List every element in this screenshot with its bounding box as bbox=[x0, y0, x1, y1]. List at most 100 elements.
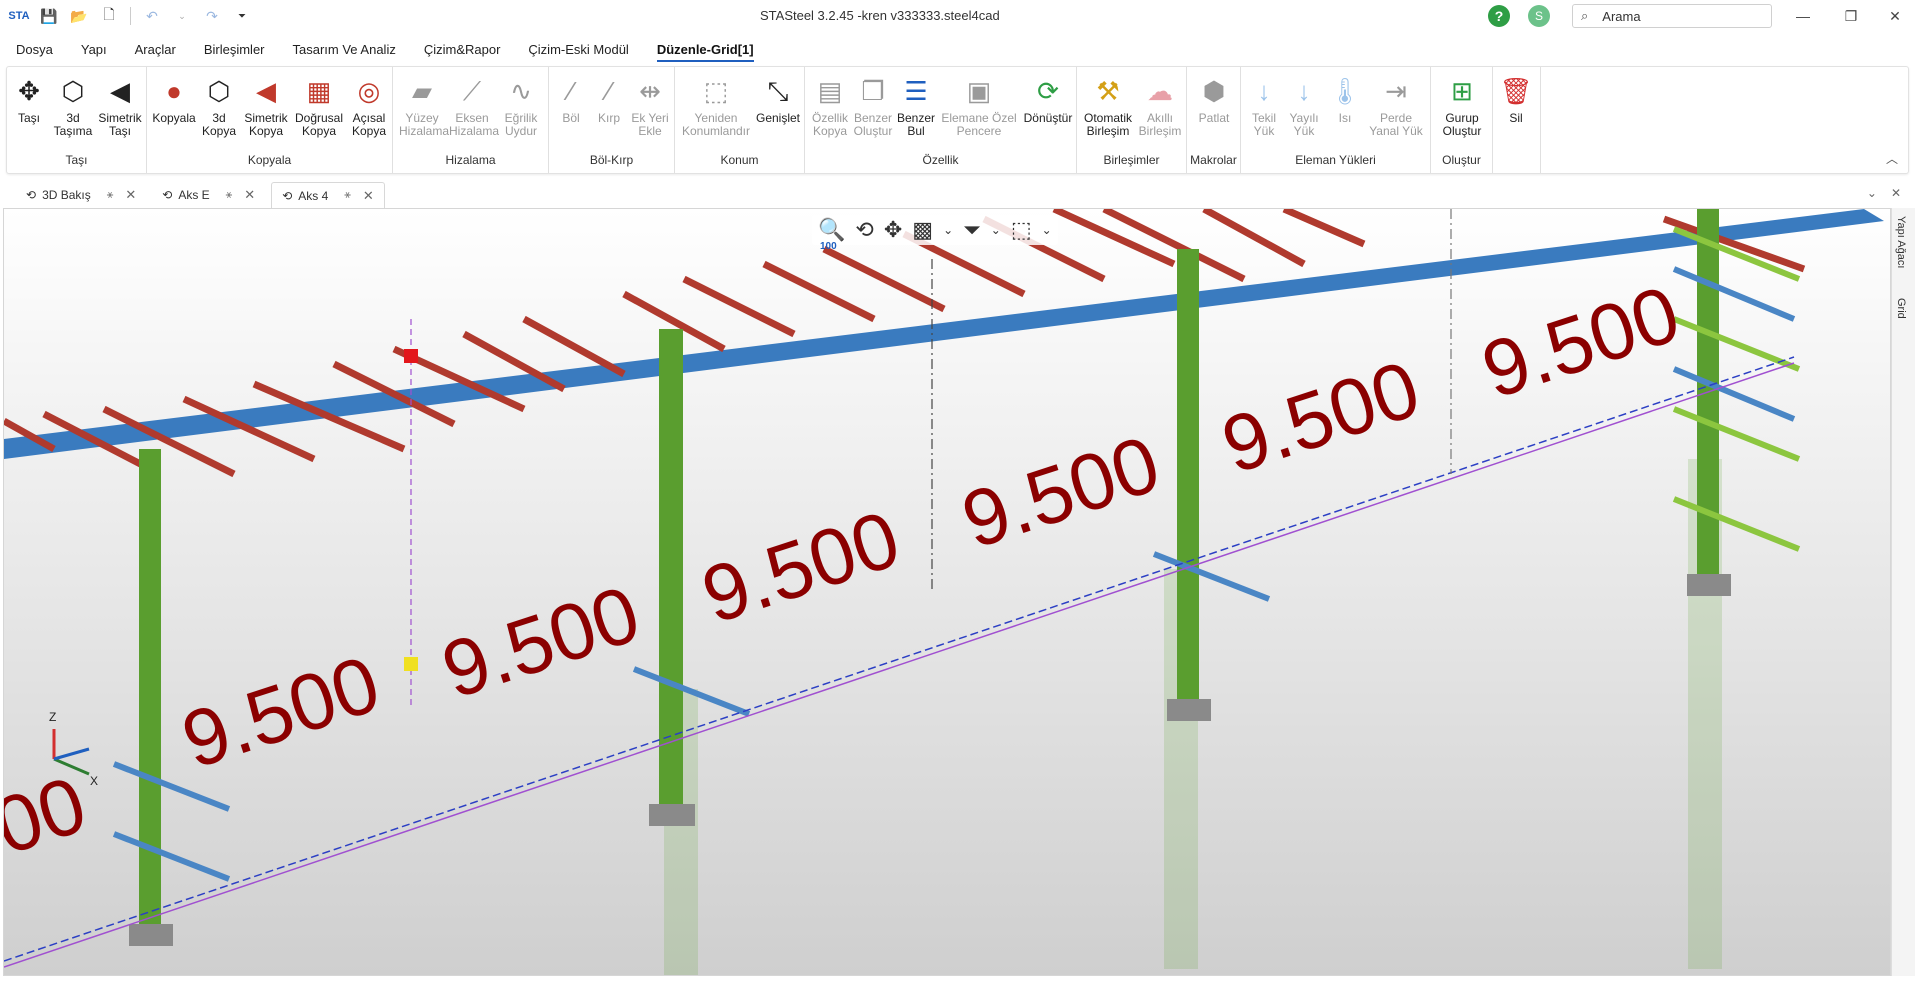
mirror-move-icon: ◀ bbox=[110, 75, 130, 106]
menu-dosya[interactable]: Dosya bbox=[16, 42, 53, 57]
search-input[interactable]: ⌕ Arama bbox=[1572, 4, 1772, 28]
curve-fit-button[interactable]: ∿ Eğrilik Uydur bbox=[499, 73, 543, 138]
close-icon[interactable]: ✕ bbox=[244, 187, 255, 203]
orbit-icon[interactable]: ⟲ bbox=[855, 217, 873, 243]
menu-tasarim[interactable]: Tasarım Ve Analiz bbox=[293, 42, 396, 57]
explode-button[interactable]: ⬢ Patlat bbox=[1193, 73, 1235, 125]
collapse-ribbon-icon[interactable]: ︿ bbox=[1886, 150, 1898, 167]
group-konum: ⬚ Yeniden Konumlandır ⤡ Genişlet Konum bbox=[675, 67, 805, 173]
menu-araclar[interactable]: Araçlar bbox=[135, 42, 176, 57]
chevron-down-icon[interactable]: ⌄ bbox=[943, 223, 953, 237]
menu-cizim-eski[interactable]: Çizim-Eski Modül bbox=[528, 42, 628, 57]
chevron-down-icon[interactable]: ⌄ bbox=[1042, 223, 1052, 237]
menu-birlesimler[interactable]: Birleşimler bbox=[204, 42, 265, 57]
pin-icon[interactable]: ⚹ bbox=[107, 189, 114, 202]
smart-connection-icon: ☁ bbox=[1147, 75, 1173, 106]
property-copy-icon: ▤ bbox=[817, 75, 843, 106]
point-load-button[interactable]: ↓ Tekil Yük bbox=[1245, 73, 1283, 138]
pan-icon[interactable]: ✥ bbox=[884, 217, 902, 243]
copy-button[interactable]: ● Kopyala bbox=[151, 73, 197, 125]
minimize-button[interactable]: — bbox=[1780, 0, 1826, 32]
redo-icon[interactable]: ↷ bbox=[199, 3, 225, 29]
group-label: Konum bbox=[720, 153, 759, 167]
help-icon[interactable]: ? bbox=[1488, 5, 1510, 27]
similar-find-icon: ☰ bbox=[904, 75, 928, 106]
similar-create-button[interactable]: ❐ Benzer Oluştur bbox=[851, 73, 895, 138]
group-bol-kirp: ⁄ Böl ⁄ Kırp ⇹ Ek Yeri Ekle Böl-Kırp bbox=[549, 67, 675, 173]
view-cube-icon[interactable]: ▩ bbox=[912, 217, 933, 243]
auto-connection-button[interactable]: ⚒ Otomatik Birleşim bbox=[1081, 73, 1135, 138]
customize-toolbar-icon[interactable]: ⏷ bbox=[229, 3, 255, 29]
axis-align-button[interactable]: ⟋ Eksen Hizalama bbox=[449, 73, 499, 138]
model-scene[interactable]: 9.500 9.500 9.500 9.500 9.500 9.500 500 … bbox=[4, 209, 1891, 976]
splice-button[interactable]: ⇹ Ek Yeri Ekle bbox=[629, 73, 671, 138]
dimension-label: 9.500 bbox=[1472, 269, 1690, 416]
axis-z-label: Z bbox=[49, 710, 56, 724]
save-icon[interactable]: 💾 bbox=[36, 3, 62, 29]
undo-dropdown-icon[interactable]: ⌄ bbox=[169, 3, 195, 29]
trim-button[interactable]: ⁄ Kırp bbox=[591, 73, 627, 125]
extend-button[interactable]: ⤡ Genişlet bbox=[755, 73, 801, 125]
extend-icon: ⤡ bbox=[767, 75, 789, 106]
tab-aks-e[interactable]: ⟲ Aks E ⚹ ✕ bbox=[152, 182, 265, 208]
menu-cizim-rapor[interactable]: Çizim&Rapor bbox=[424, 42, 501, 57]
surface-align-button[interactable]: ▰ Yüzey Hizalama bbox=[399, 73, 449, 138]
group-label: Oluştur bbox=[1442, 153, 1481, 167]
section-box-icon[interactable]: ⬚ bbox=[1011, 217, 1032, 243]
move-button[interactable]: ✥ Taşı bbox=[11, 73, 47, 125]
element-window-button[interactable]: ▣ Elemane Özel Pencere bbox=[939, 73, 1019, 138]
close-icon[interactable]: ✕ bbox=[125, 187, 136, 203]
move-icon: ✥ bbox=[18, 75, 40, 106]
tab-grid[interactable]: Grid bbox=[1895, 298, 1907, 319]
move-3d-button[interactable]: ⬡ 3d Taşıma bbox=[51, 73, 95, 138]
angular-copy-button[interactable]: ◎ Açısal Kopya bbox=[347, 73, 391, 138]
temperature-button[interactable]: 🌡 Isı bbox=[1327, 73, 1363, 125]
group-create-button[interactable]: ⊞ Gurup Oluştur bbox=[1435, 73, 1489, 138]
3d-viewport[interactable]: 9.500 9.500 9.500 9.500 9.500 9.500 500 … bbox=[3, 208, 1891, 976]
chevron-down-icon[interactable]: ⌄ bbox=[991, 223, 1001, 237]
chevron-down-icon[interactable]: ⌄ bbox=[1867, 186, 1877, 200]
grip-point-red[interactable] bbox=[404, 349, 418, 363]
zoom-button[interactable]: 🔍 100 bbox=[818, 217, 845, 252]
viewport-toolbar: 🔍 100 ⟲ ✥ ▩ ⌄ ⏷ ⌄ ⬚ ⌄ bbox=[812, 215, 1058, 252]
pin-icon[interactable]: ⚹ bbox=[226, 189, 233, 202]
filter-icon[interactable]: ⏷ bbox=[963, 217, 981, 243]
grip-point-yellow[interactable] bbox=[404, 657, 418, 671]
tab-yapi-agaci[interactable]: Yapı Ağacı bbox=[1895, 216, 1907, 268]
distributed-load-button[interactable]: ↓ Yayılı Yük bbox=[1285, 73, 1323, 138]
wall-lateral-load-button[interactable]: ⇥ Perde Yanal Yük bbox=[1365, 73, 1427, 138]
delete-button[interactable]: 🗑 Sil bbox=[1497, 73, 1535, 125]
reposition-button[interactable]: ⬚ Yeniden Konumlandır bbox=[679, 73, 753, 138]
copy-3d-button[interactable]: ⬡ 3d Kopya bbox=[199, 73, 239, 138]
app-logo-icon[interactable]: STA bbox=[6, 3, 32, 29]
document-tabs: ⟲ 3D Bakış ⚹ ✕ ⟲ Aks E ⚹ ✕ ⟲ Aks 4 ⚹ ✕ ⌄… bbox=[0, 182, 1915, 208]
similar-find-button[interactable]: ☰ Benzer Bul bbox=[895, 73, 937, 138]
undo-icon[interactable]: ↶ bbox=[139, 3, 165, 29]
close-icon[interactable]: ✕ bbox=[363, 188, 374, 204]
property-copy-button[interactable]: ▤ Özellik Kopya bbox=[809, 73, 851, 138]
mirror-copy-button[interactable]: ◀ Simetrik Kopya bbox=[241, 73, 291, 138]
mirror-move-button[interactable]: ◀ Simetrik Taşı bbox=[95, 73, 145, 138]
avatar[interactable]: S bbox=[1528, 5, 1550, 27]
tab-aks-4[interactable]: ⟲ Aks 4 ⚹ ✕ bbox=[271, 182, 385, 208]
close-button[interactable]: ✕ bbox=[1872, 0, 1915, 32]
linear-copy-button[interactable]: ▦ Doğrusal Kopya bbox=[293, 73, 345, 138]
dimension-label: 9.500 bbox=[692, 494, 910, 641]
restore-button[interactable]: ❐ bbox=[1828, 0, 1874, 32]
tab-3d-bakis[interactable]: ⟲ 3D Bakış ⚹ ✕ bbox=[16, 182, 146, 208]
group-hizalama: ▰ Yüzey Hizalama ⟋ Eksen Hizalama ∿ Eğrilik… bbox=[393, 67, 549, 173]
convert-button[interactable]: ⟳ Dönüştür bbox=[1021, 73, 1075, 125]
distributed-load-icon: ↓ bbox=[1297, 75, 1311, 106]
open-folder-icon[interactable]: 📂 bbox=[66, 3, 92, 29]
split-icon: ⁄ bbox=[568, 75, 574, 106]
group-label: Hizalama bbox=[445, 153, 496, 167]
new-file-icon[interactable]: 🗋 bbox=[96, 3, 122, 29]
pin-icon[interactable]: ⚹ bbox=[344, 189, 351, 202]
group-label: Birleşimler bbox=[1103, 153, 1160, 167]
menu-yapi[interactable]: Yapı bbox=[81, 42, 107, 57]
menu-duzenle-grid[interactable]: Düzenle-Grid[1] bbox=[656, 42, 754, 62]
split-button[interactable]: ⁄ Böl bbox=[553, 73, 589, 125]
close-icon[interactable]: ✕ bbox=[1891, 186, 1901, 200]
group-label: Kopyala bbox=[247, 153, 292, 167]
smart-connection-button[interactable]: ☁ Akıllı Birleşim bbox=[1137, 73, 1183, 138]
